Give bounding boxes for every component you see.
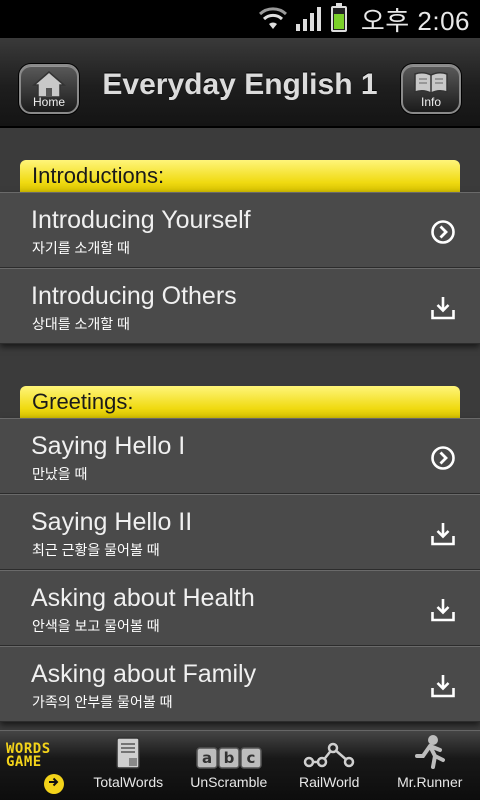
home-icon	[32, 71, 66, 98]
lesson-item-saying-hello-1[interactable]: Saying Hello I 만났을 때	[0, 418, 480, 494]
download-icon[interactable]	[430, 521, 456, 547]
signal-icon	[295, 7, 321, 31]
lesson-item-asking-about-family[interactable]: Asking about Family 가족의 안부를 물어볼 때	[0, 646, 480, 722]
lesson-title: Asking about Health	[31, 584, 255, 612]
words-game-button[interactable]: WORDS GAME	[0, 731, 78, 800]
tab-totalwords[interactable]: TotalWords	[78, 731, 179, 800]
lesson-title: Saying Hello I	[31, 432, 186, 460]
tab-label: TotalWords	[93, 774, 164, 790]
home-button-label: Home	[32, 95, 65, 109]
status-time: 오후 2:06	[360, 5, 470, 36]
lesson-title: Introducing Yourself	[31, 206, 251, 234]
section-introductions: Introductions: Introducing Yourself 자기를 …	[0, 160, 480, 344]
wifi-icon	[258, 7, 287, 29]
lesson-title: Saying Hello II	[31, 508, 193, 536]
book-icon	[116, 737, 140, 769]
lesson-item-introducing-others[interactable]: Introducing Others 상대를 소개할 때	[0, 268, 480, 344]
lesson-title: Asking about Family	[31, 660, 257, 688]
lesson-item-introducing-yourself[interactable]: Introducing Yourself 자기를 소개할 때	[0, 192, 480, 268]
download-icon[interactable]	[430, 673, 456, 699]
status-bar: 오후 2:06	[0, 0, 480, 38]
rail-network-icon	[304, 742, 355, 768]
lesson-subtitle: 안색을 보고 물어볼 때	[32, 618, 160, 634]
tab-unscramble[interactable]: a b c UnScramble	[179, 731, 280, 800]
tab-railworld[interactable]: RailWorld	[279, 731, 380, 800]
app-header: Home Everyday English 1 Info	[0, 38, 480, 128]
page-title: Everyday English 1	[102, 68, 378, 101]
lesson-subtitle: 최근 근황을 물어볼 때	[32, 542, 160, 558]
lesson-subtitle: 자기를 소개할 때	[32, 240, 130, 256]
lesson-subtitle: 가족의 안부를 물어볼 때	[32, 694, 173, 710]
download-icon[interactable]	[430, 295, 456, 321]
svg-text:c: c	[246, 749, 255, 767]
lesson-subtitle: 상대를 소개할 때	[32, 316, 130, 332]
download-icon[interactable]	[430, 597, 456, 623]
lesson-title: Introducing Others	[31, 282, 237, 310]
info-button[interactable]: Info	[401, 64, 461, 114]
open-book-icon	[414, 71, 448, 94]
section-greetings: Greetings: Saying Hello I 만났을 때 Saying H…	[0, 386, 480, 722]
svg-text:a: a	[202, 749, 212, 767]
lesson-item-asking-about-health[interactable]: Asking about Health 안색을 보고 물어볼 때	[0, 570, 480, 646]
battery-icon	[330, 3, 347, 32]
svg-text:b: b	[223, 749, 234, 767]
home-button[interactable]: Home	[19, 64, 79, 114]
lesson-subtitle: 만났을 때	[32, 466, 88, 482]
tab-label: RailWorld	[299, 774, 360, 790]
lesson-list: Introductions: Introducing Yourself 자기를 …	[0, 128, 480, 730]
tab-label: UnScramble	[190, 774, 268, 790]
section-header: Greetings:	[20, 386, 460, 418]
bottom-tab-bar: WORDS GAME TotalWords a b c UnScramble R…	[0, 730, 480, 800]
runner-icon	[414, 735, 445, 769]
abc-blocks-icon: a b c	[196, 747, 262, 769]
chevron-right-circle-icon[interactable]	[430, 219, 456, 245]
arrow-right-icon	[44, 774, 64, 794]
chevron-right-circle-icon[interactable]	[430, 445, 456, 471]
info-button-label: Info	[420, 95, 441, 109]
lesson-item-saying-hello-2[interactable]: Saying Hello II 최근 근황을 물어볼 때	[0, 494, 480, 570]
tab-label: Mr.Runner	[397, 774, 463, 790]
tab-mrrunner[interactable]: Mr.Runner	[380, 731, 480, 800]
section-header: Introductions:	[20, 160, 460, 192]
words-game-line2: GAME	[6, 754, 42, 770]
